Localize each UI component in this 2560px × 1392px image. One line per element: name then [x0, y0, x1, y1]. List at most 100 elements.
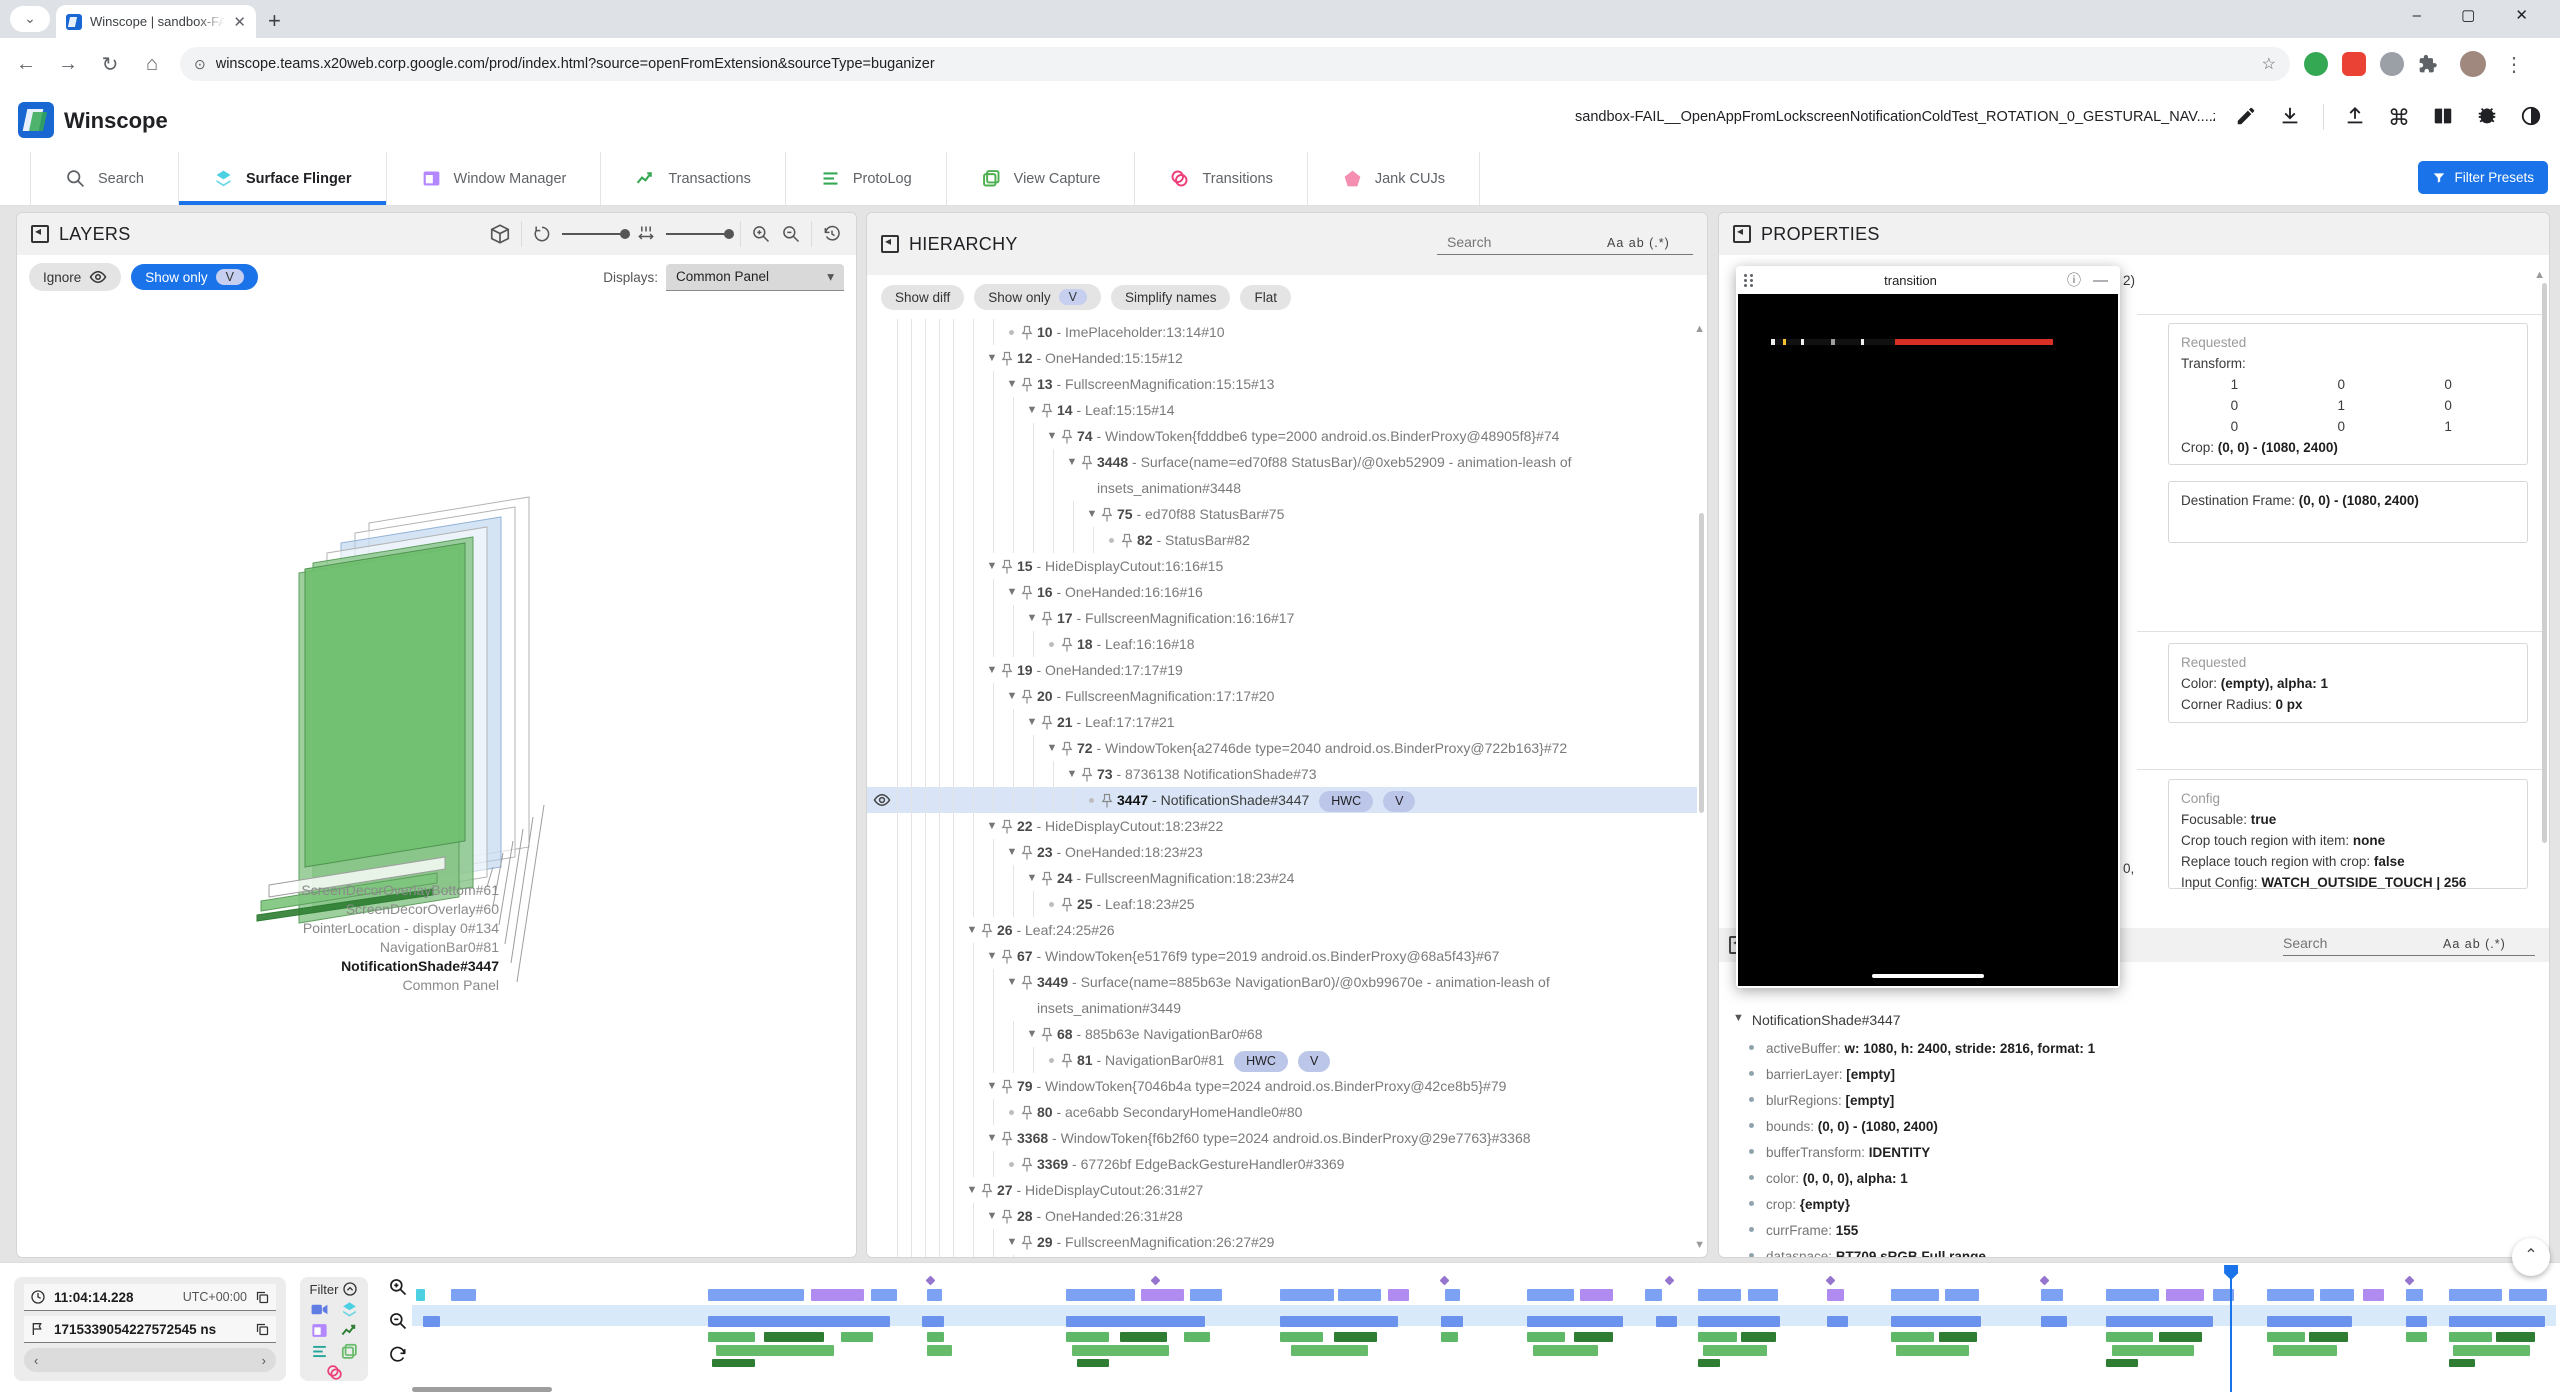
- tree-row-selected[interactable]: 3447 - NotificationShade#3447HWCV: [867, 787, 1697, 813]
- pin-icon[interactable]: [1001, 657, 1017, 679]
- collapse-arrow-icon[interactable]: ▼: [983, 1073, 1001, 1099]
- tree-row[interactable]: ▼68 - 885b63e NavigationBar0#68: [867, 1021, 1697, 1047]
- collapse-arrow-icon[interactable]: ▼: [1003, 683, 1021, 709]
- tree-row[interactable]: 25 - Leaf:18:23#25: [867, 891, 1697, 917]
- tree-row[interactable]: ▼72 - WindowToken{a2746de type=2040 andr…: [867, 735, 1697, 761]
- pin-icon[interactable]: [1121, 527, 1137, 549]
- collapse-panel-icon[interactable]: [1733, 225, 1751, 243]
- show-only-chip[interactable]: Show only V: [131, 264, 258, 290]
- pin-icon[interactable]: [1041, 1255, 1057, 1257]
- property-item[interactable]: activeBuffer: w: 1080, h: 2400, stride: …: [1749, 1036, 2541, 1062]
- selected-layer-heading[interactable]: ▼ NotificationShade#3447: [1733, 1012, 1901, 1028]
- tab-jank-cujs[interactable]: Jank CUJs: [1308, 152, 1480, 205]
- tree-row[interactable]: ▼67 - WindowToken{e5176f9 type=2019 andr…: [867, 943, 1697, 969]
- upload-icon[interactable]: [2344, 105, 2368, 129]
- pin-icon[interactable]: [1061, 891, 1077, 913]
- info-icon[interactable]: ⓘ: [2067, 270, 2081, 290]
- collapse-arrow-icon[interactable]: ▼: [983, 1125, 1001, 1151]
- scroll-up-icon[interactable]: ▲: [1694, 323, 1705, 335]
- property-item[interactable]: currFrame: 155: [1749, 1218, 2541, 1244]
- pin-icon[interactable]: [1021, 1229, 1037, 1251]
- pin-icon[interactable]: [1021, 1151, 1037, 1173]
- documentation-book-icon[interactable]: [2432, 105, 2456, 129]
- tree-row[interactable]: ▼3448 - Surface(name=ed70f88 StatusBar)/…: [867, 449, 1697, 501]
- tree-row[interactable]: ▼74 - WindowToken{fdddbe6 type=2000 andr…: [867, 423, 1697, 449]
- collapse-arrow-icon[interactable]: ▼: [983, 943, 1001, 969]
- extensions-puzzle-icon[interactable]: [2418, 54, 2446, 74]
- edit-icon[interactable]: [2235, 105, 2259, 129]
- list-icon[interactable]: [310, 1342, 329, 1361]
- search-match-options[interactable]: Aa ab (.*): [1607, 236, 1670, 250]
- tab-surface-flinger[interactable]: Surface Flinger: [179, 152, 387, 205]
- tree-row[interactable]: 80 - ace6abb SecondaryHomeHandle0#80: [867, 1099, 1697, 1125]
- capture-icon[interactable]: [340, 1342, 359, 1361]
- tree-row[interactable]: ▼27 - HideDisplayCutout:26:31#27: [867, 1177, 1697, 1203]
- pin-icon[interactable]: [1021, 319, 1037, 341]
- drag-handle-icon[interactable]: [1744, 274, 1754, 287]
- layers-3d-view[interactable]: ScreenDecorOverlayBottom#61ScreenDecorOv…: [17, 301, 856, 1257]
- minimize-icon[interactable]: —: [2089, 272, 2112, 289]
- collapse-arrow-icon[interactable]: ▼: [1043, 735, 1061, 761]
- chip-flat[interactable]: Flat: [1240, 285, 1291, 310]
- timeline-reset-zoom-icon[interactable]: [388, 1345, 408, 1365]
- nanosecond-time-field[interactable]: 1715339054227572545 ns: [24, 1316, 276, 1343]
- rings-icon[interactable]: [325, 1363, 344, 1382]
- pin-icon[interactable]: [1101, 501, 1117, 523]
- omnibox[interactable]: ⊙ winscope.teams.x20web.corp.google.com/…: [180, 47, 2290, 81]
- properties-search-input[interactable]: [2283, 935, 2433, 951]
- extension-a-icon[interactable]: [2304, 52, 2328, 76]
- tree-row[interactable]: ▼28 - OneHanded:26:31#28: [867, 1203, 1697, 1229]
- pin-icon[interactable]: [1061, 423, 1077, 445]
- pin-icon[interactable]: [1001, 345, 1017, 367]
- collapse-arrow-icon[interactable]: ▼: [1023, 605, 1041, 631]
- collapse-arrow-icon[interactable]: ▼: [1043, 423, 1061, 449]
- scroll-up-icon[interactable]: ▲: [2534, 269, 2545, 281]
- collapse-arrow-icon[interactable]: ▼: [1063, 449, 1081, 475]
- home-icon[interactable]: ⌂: [138, 53, 166, 76]
- collapse-arrow-icon[interactable]: ▼: [1083, 501, 1101, 527]
- pin-icon[interactable]: [1021, 579, 1037, 601]
- copy-icon[interactable]: [255, 1322, 270, 1337]
- spacing-slider[interactable]: [666, 233, 730, 235]
- tab-window-manager[interactable]: Window Manager: [387, 152, 602, 205]
- search-match-options[interactable]: Aa ab (.*): [2443, 937, 2506, 951]
- extension-b-icon[interactable]: [2342, 52, 2366, 76]
- rotation-slider[interactable]: [562, 233, 626, 235]
- pin-icon[interactable]: [1021, 839, 1037, 861]
- bookmark-star-icon[interactable]: ☆: [2262, 54, 2276, 74]
- chip-show-only[interactable]: Show onlyV: [974, 284, 1101, 310]
- dark-mode-icon[interactable]: [2520, 105, 2544, 129]
- collapse-arrow-icon[interactable]: ▼: [963, 917, 981, 943]
- collapse-arrow-icon[interactable]: ▼: [1003, 839, 1021, 865]
- property-item[interactable]: barrierLayer: [empty]: [1749, 1062, 2541, 1088]
- collapse-circle-icon[interactable]: [342, 1281, 358, 1297]
- collapse-arrow-icon[interactable]: ▼: [1023, 709, 1041, 735]
- human-time-field[interactable]: 11:04:14.228 UTC+00:00: [24, 1284, 276, 1311]
- tree-row[interactable]: ▼17 - FullscreenMagnification:16:16#17: [867, 605, 1697, 631]
- pin-icon[interactable]: [1041, 397, 1057, 419]
- tree-row[interactable]: ▼73 - 8736138 NotificationShade#73: [867, 761, 1697, 787]
- extension-c-icon[interactable]: [2380, 52, 2404, 76]
- collapse-arrow-icon[interactable]: ▼: [1003, 579, 1021, 605]
- timeline-zoom-out-icon[interactable]: [388, 1311, 408, 1331]
- zoom-in-icon[interactable]: [751, 224, 771, 244]
- copy-icon[interactable]: [255, 1290, 270, 1305]
- pin-icon[interactable]: [1021, 969, 1037, 991]
- tree-row[interactable]: ▼16 - OneHanded:16:16#16: [867, 579, 1697, 605]
- timeline-scrollbar[interactable]: [412, 1387, 552, 1392]
- pin-icon[interactable]: [981, 1177, 997, 1199]
- collapse-arrow-icon[interactable]: ▼: [983, 1203, 1001, 1229]
- transition-overlay-window[interactable]: transition ⓘ —: [1736, 266, 2120, 988]
- pin-icon[interactable]: [1041, 865, 1057, 887]
- tree-row[interactable]: 82 - StatusBar#82: [867, 527, 1697, 553]
- layer-label[interactable]: Common Panel: [169, 977, 499, 993]
- collapse-arrow-icon[interactable]: ▼: [983, 345, 1001, 371]
- pin-icon[interactable]: [1041, 709, 1057, 731]
- new-tab-button[interactable]: +: [268, 8, 281, 34]
- reset-view-icon[interactable]: [822, 224, 842, 244]
- collapse-arrow-icon[interactable]: ▼: [983, 657, 1001, 683]
- tree-row[interactable]: 3369 - 67726bf EdgeBackGestureHandler0#3…: [867, 1151, 1697, 1177]
- shortcuts-command-icon[interactable]: ⌘: [2388, 105, 2412, 129]
- timeline-cursor-handle[interactable]: [2224, 1265, 2238, 1280]
- overlay-title-bar[interactable]: transition ⓘ —: [1736, 266, 2120, 294]
